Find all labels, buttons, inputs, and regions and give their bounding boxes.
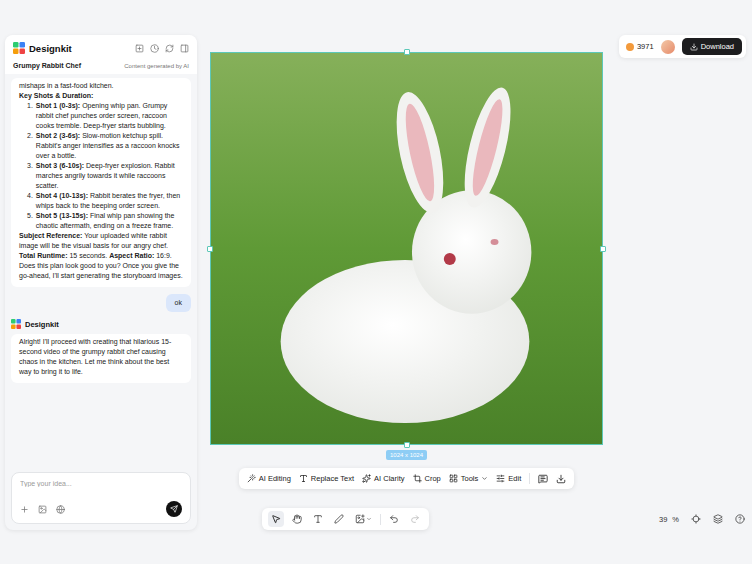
- undo-icon: [389, 514, 399, 524]
- hand-tool[interactable]: [289, 511, 305, 527]
- send-button[interactable]: [166, 501, 182, 517]
- shot-item: 4.Shot 4 (10-13s): Rabbit berates the fr…: [27, 191, 183, 211]
- replace-text-button[interactable]: Replace Text: [299, 474, 354, 483]
- crop-icon: [413, 474, 422, 483]
- designkit-logo-icon: [13, 42, 25, 54]
- history-icon[interactable]: [150, 44, 159, 53]
- hand-icon: [292, 514, 302, 524]
- image-icon: [355, 514, 365, 524]
- pen-tool[interactable]: [331, 511, 347, 527]
- help-icon[interactable]: [735, 514, 745, 524]
- app: Designkit Grumpy Rabbit Chef Content gener…: [0, 0, 752, 564]
- shot-item: 2.Shot 2 (3-6s): Slow-motion ketchup spi…: [27, 131, 183, 161]
- message-list: mishaps in a fast-food kitchen.Key Shots…: [5, 74, 197, 472]
- chevron-down-icon: [481, 475, 488, 482]
- ai-editing-icon: [247, 474, 256, 483]
- ai-clarity-button[interactable]: AI Clarity: [362, 474, 404, 483]
- assistant-name: Designkit: [25, 320, 59, 329]
- image-upload-icon[interactable]: [38, 505, 47, 514]
- ai-editing-button[interactable]: AI Editing: [247, 474, 291, 483]
- shot-list: 1.Shot 1 (0-3s): Opening whip pan. Grump…: [19, 101, 183, 231]
- send-icon: [170, 505, 178, 513]
- text-tool[interactable]: [310, 511, 326, 527]
- ai-notice: Content generated by AI: [124, 63, 189, 69]
- chevron-down-icon: [366, 516, 372, 522]
- resize-handle[interactable]: [404, 49, 410, 55]
- designkit-logo-icon: [11, 319, 21, 329]
- redo-icon: [410, 514, 420, 524]
- panel-header: Designkit Grumpy Rabbit Chef Content gener…: [5, 35, 197, 74]
- text-icon: [313, 514, 323, 524]
- layers-icon[interactable]: [713, 514, 723, 524]
- rabbit-photo: [211, 53, 602, 444]
- tools-icon: [449, 474, 458, 483]
- redo-button[interactable]: [407, 511, 423, 527]
- coin-icon: [626, 43, 634, 51]
- replace-text-icon: [299, 474, 308, 483]
- shot-item: 1.Shot 1 (0-3s): Opening whip pan. Grump…: [27, 101, 183, 131]
- edit-button[interactable]: Edit: [496, 474, 521, 483]
- chat-panel: Designkit Grumpy Rabbit Chef Content gener…: [5, 35, 197, 530]
- resize-handle[interactable]: [207, 246, 213, 252]
- idea-input[interactable]: [20, 480, 182, 487]
- canvas: 3971 Download 1024 x 1024 AI Editing Replace…: [197, 0, 752, 564]
- separator: [380, 514, 381, 525]
- crop-button[interactable]: Crop: [413, 474, 441, 483]
- brand[interactable]: Designkit: [13, 42, 72, 54]
- assistant-message: Alright! I'll proceed with creating that…: [11, 334, 191, 383]
- select-icon: [271, 514, 281, 524]
- image-toolbar: AI Editing Replace Text AI Clarity Crop Tool…: [239, 468, 574, 489]
- assistant-header: Designkit: [11, 319, 191, 329]
- zoom-level[interactable]: 39%: [659, 515, 679, 524]
- project-title: Grumpy Rabbit Chef: [13, 62, 81, 69]
- assistant-message: mishaps in a fast-food kitchen.Key Shots…: [11, 78, 191, 287]
- refresh-icon[interactable]: [165, 44, 174, 53]
- download-icon: [690, 43, 698, 51]
- comment-button[interactable]: [538, 474, 548, 484]
- add-icon[interactable]: [20, 505, 29, 514]
- undo-button[interactable]: [386, 511, 402, 527]
- brand-name: Designkit: [29, 43, 72, 54]
- panel-toggle-icon[interactable]: [180, 44, 189, 53]
- select-tool[interactable]: [268, 511, 284, 527]
- pen-icon: [334, 514, 344, 524]
- shot-item: 3.Shot 3 (6-10s): Deep-fryer explosion. …: [27, 161, 183, 191]
- user-message: ok: [166, 294, 191, 312]
- new-chat-icon[interactable]: [135, 44, 144, 53]
- save-button[interactable]: [556, 474, 566, 484]
- locate-icon[interactable]: [691, 514, 701, 524]
- shot-item: 5.Shot 5 (13-15s): Final whip pan showin…: [27, 211, 183, 231]
- resize-handle[interactable]: [600, 246, 606, 252]
- edit-icon: [496, 474, 505, 483]
- chat-input: [11, 472, 191, 524]
- separator: [529, 473, 530, 484]
- globe-icon[interactable]: [56, 505, 65, 514]
- download-button[interactable]: Download: [682, 38, 742, 55]
- ai-clarity-icon: [362, 474, 371, 483]
- top-actions: 3971 Download: [619, 35, 746, 58]
- user-avatar[interactable]: [661, 40, 675, 54]
- comment-icon: [538, 474, 548, 484]
- download-icon: [556, 474, 566, 484]
- selected-image[interactable]: [210, 52, 603, 445]
- image-tool[interactable]: [352, 511, 375, 527]
- credits[interactable]: 3971: [626, 42, 654, 51]
- resize-handle[interactable]: [404, 442, 410, 448]
- size-badge: 1024 x 1024: [386, 450, 427, 460]
- tools-button[interactable]: Tools: [449, 474, 489, 483]
- zoom-controls: 39%: [659, 514, 745, 524]
- tool-dock: [262, 508, 429, 530]
